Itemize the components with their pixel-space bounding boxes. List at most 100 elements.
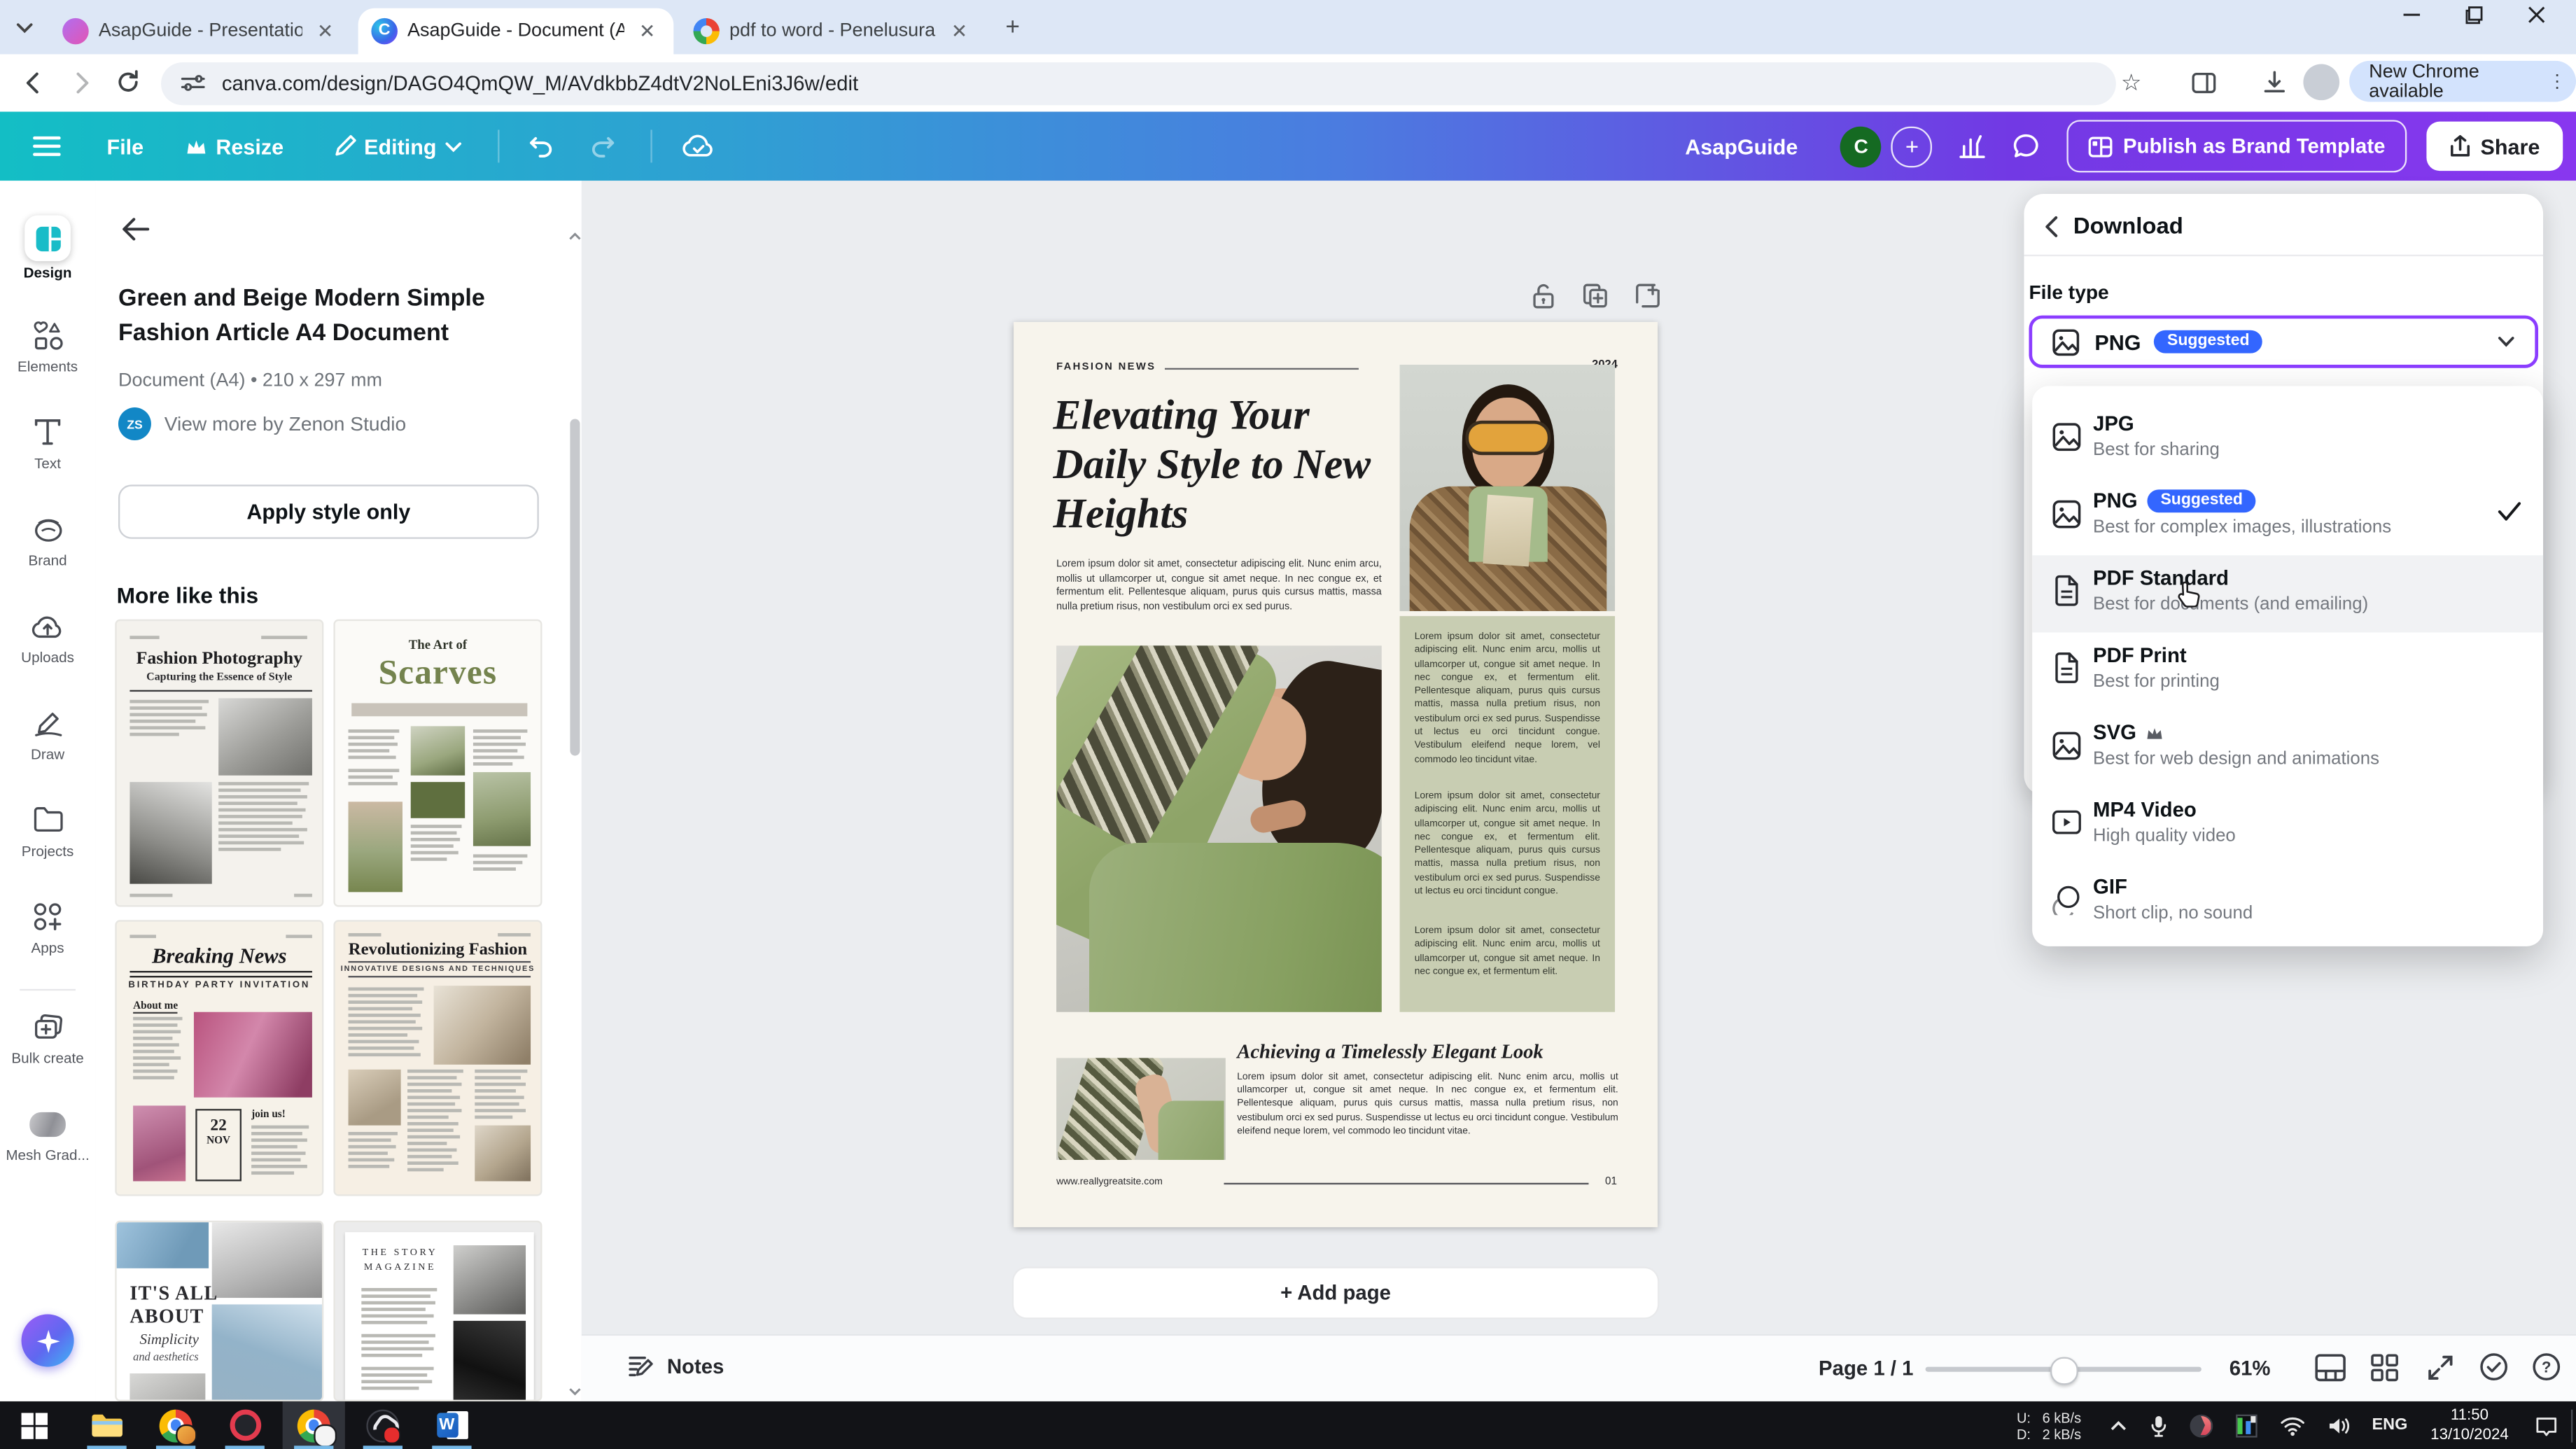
browser-tab-search[interactable]: pdf to word - Penelusuran Goo ✕ bbox=[680, 8, 986, 55]
tab-close-icon[interactable]: ✕ bbox=[946, 18, 973, 45]
scroll-down-icon[interactable] bbox=[568, 1385, 582, 1398]
menu-icon[interactable] bbox=[33, 134, 61, 158]
download-back-icon[interactable] bbox=[2044, 215, 2059, 238]
template-thumb-art-of-scarves[interactable]: The Art of Scarves bbox=[333, 620, 542, 907]
doc-sub-body[interactable]: Lorem ipsum dolor sit amet, consectetur … bbox=[1237, 1071, 1618, 1138]
doc-intro[interactable]: Lorem ipsum dolor sit amet, consectetur … bbox=[1056, 559, 1382, 615]
site-settings-icon[interactable] bbox=[181, 71, 205, 95]
apply-style-button[interactable]: Apply style only bbox=[118, 484, 539, 538]
template-thumb-breaking-news[interactable]: Breaking News BIRTHDAY PARTY INVITATION … bbox=[115, 920, 323, 1196]
notification-center-icon[interactable] bbox=[2535, 1414, 2558, 1437]
doc-photo-small[interactable] bbox=[1056, 1058, 1226, 1160]
sidebar-item-text[interactable]: Text bbox=[0, 412, 95, 471]
browser-tab-document[interactable]: C AsapGuide - Document (A4) - C ✕ bbox=[358, 8, 674, 55]
taskbar-file-explorer[interactable] bbox=[76, 1401, 138, 1449]
template-thumb-its-all-about[interactable]: IT'S ALL ABOUT Simplicity and aesthetics bbox=[115, 1221, 323, 1401]
minimize-button[interactable] bbox=[2402, 5, 2421, 24]
start-button[interactable] bbox=[4, 1401, 66, 1449]
reload-icon[interactable] bbox=[115, 69, 141, 96]
panel-scrollbar[interactable] bbox=[567, 230, 582, 1401]
duplicate-page-icon[interactable] bbox=[1582, 283, 1609, 309]
wifi-icon[interactable] bbox=[2280, 1415, 2304, 1435]
close-window-button[interactable] bbox=[2527, 5, 2547, 24]
tab-close-icon[interactable]: ✕ bbox=[634, 18, 661, 45]
share-button[interactable]: Share bbox=[2426, 122, 2563, 171]
taskbar-word[interactable]: W bbox=[421, 1401, 483, 1449]
profile-avatar[interactable] bbox=[2303, 64, 2339, 101]
tray-expand-icon[interactable] bbox=[2109, 1419, 2127, 1432]
pages-view-icon[interactable] bbox=[2315, 1354, 2346, 1382]
cloud-saved-icon[interactable] bbox=[681, 133, 714, 160]
tray-app-icon[interactable] bbox=[2190, 1414, 2213, 1437]
language-indicator[interactable]: ENG bbox=[2372, 1416, 2407, 1434]
template-thumb-fashion-photography[interactable]: Fashion Photography Capturing the Essenc… bbox=[115, 620, 323, 907]
add-page-button[interactable]: + Add page bbox=[1014, 1268, 1658, 1317]
sidebar-item-uploads[interactable]: Uploads bbox=[0, 606, 95, 665]
network-speed[interactable]: U: 6 kB/s D: 2 kB/s bbox=[2017, 1409, 2081, 1442]
creator-row[interactable]: ZS View more by Zenon Studio bbox=[118, 407, 406, 440]
taskbar-chrome-active[interactable] bbox=[283, 1401, 345, 1449]
zoom-slider[interactable] bbox=[1926, 1366, 2202, 1371]
chrome-update-pill[interactable]: New Chrome available ⋮ bbox=[2349, 61, 2576, 102]
document-page[interactable]: FAHSION NEWS 2024 Elevating Your Daily S… bbox=[1014, 322, 1658, 1227]
volume-icon[interactable] bbox=[2328, 1415, 2351, 1435]
sidebar-item-draw[interactable]: Draw bbox=[0, 703, 95, 762]
template-thumb-revolutionizing-fashion[interactable]: Revolutionizing Fashion INNOVATIVE DESIG… bbox=[333, 920, 542, 1196]
tab-close-icon[interactable]: ✕ bbox=[312, 18, 339, 45]
sidebar-item-projects[interactable]: Projects bbox=[0, 800, 95, 859]
filetype-option-svg[interactable]: SVG Best for web design and animations bbox=[2032, 710, 2543, 787]
help-icon[interactable]: ? bbox=[2532, 1352, 2561, 1382]
insights-icon[interactable] bbox=[1959, 133, 1987, 160]
filetype-option-pdf-standard[interactable]: PDF Standard Best for documents (and ema… bbox=[2032, 555, 2543, 632]
sidebar-item-bulk-create[interactable]: Bulk create bbox=[0, 1007, 95, 1066]
template-thumb-story-magazine[interactable]: THE STORY MAGAZINE bbox=[333, 1221, 542, 1401]
maximize-button[interactable] bbox=[2464, 5, 2484, 24]
account-avatar[interactable]: C bbox=[1840, 126, 1882, 167]
filetype-option-jpg[interactable]: JPG Best for sharing bbox=[2032, 401, 2543, 478]
resize-button[interactable]: Resize bbox=[186, 134, 284, 158]
comments-icon[interactable] bbox=[2013, 133, 2041, 160]
microphone-icon[interactable] bbox=[2150, 1414, 2166, 1437]
kebab-menu-icon[interactable]: ⋮ bbox=[2548, 71, 2566, 92]
forward-icon[interactable] bbox=[67, 69, 95, 97]
bookmark-star-icon[interactable]: ☆ bbox=[2121, 69, 2141, 97]
sidebar-item-elements[interactable]: Elements bbox=[0, 316, 95, 374]
add-page-icon[interactable] bbox=[1634, 283, 1661, 309]
downloads-icon[interactable] bbox=[2262, 71, 2287, 95]
doc-side-box[interactable]: Lorem ipsum dolor sit amet, consectetur … bbox=[1400, 616, 1615, 1012]
sidebar-item-design[interactable]: Design bbox=[0, 215, 95, 281]
filetype-option-pdf-print[interactable]: PDF Print Best for printing bbox=[2032, 633, 2543, 710]
taskbar-chrome-profile2[interactable] bbox=[145, 1401, 207, 1449]
notes-button[interactable]: Notes bbox=[628, 1354, 724, 1380]
doc-photo-portrait[interactable] bbox=[1400, 365, 1615, 611]
tab-search-icon[interactable] bbox=[13, 16, 36, 39]
panel-back-icon[interactable] bbox=[122, 217, 150, 241]
canva-assistant-button[interactable] bbox=[22, 1315, 74, 1367]
saved-check-icon[interactable] bbox=[2479, 1352, 2509, 1382]
fullscreen-icon[interactable] bbox=[2426, 1354, 2454, 1382]
taskbar-clock[interactable]: 11:50 13/10/2024 bbox=[2430, 1406, 2509, 1444]
file-menu-button[interactable]: File bbox=[107, 134, 144, 158]
zoom-percent[interactable]: 61% bbox=[2230, 1357, 2271, 1380]
sidebar-item-apps[interactable]: Apps bbox=[0, 897, 95, 955]
doc-site[interactable]: www.reallygreatsite.com bbox=[1056, 1178, 1163, 1188]
show-desktop-strip[interactable] bbox=[2571, 1409, 2572, 1442]
scrollbar-thumb[interactable] bbox=[569, 419, 579, 755]
file-type-select[interactable]: PNG Suggested bbox=[2029, 316, 2538, 368]
filetype-option-gif[interactable]: GIF Short clip, no sound bbox=[2032, 864, 2543, 941]
add-member-button[interactable]: + bbox=[1891, 126, 1933, 167]
doc-masthead[interactable]: FAHSION NEWS bbox=[1056, 361, 1156, 372]
sidebar-item-brand[interactable]: Brand bbox=[0, 510, 95, 568]
filetype-option-png[interactable]: PNGSuggested Best for complex images, il… bbox=[2032, 478, 2543, 555]
grid-view-icon[interactable] bbox=[2371, 1354, 2399, 1382]
zoom-slider-handle[interactable] bbox=[2050, 1356, 2078, 1384]
new-tab-button[interactable]: + bbox=[1005, 13, 1020, 41]
redo-button[interactable] bbox=[589, 134, 617, 158]
scroll-up-icon[interactable] bbox=[568, 230, 582, 244]
back-icon[interactable] bbox=[20, 69, 48, 97]
sidebar-item-mesh-gradient[interactable]: Mesh Grad... bbox=[0, 1104, 95, 1163]
undo-button[interactable] bbox=[528, 134, 556, 158]
doc-subhead[interactable]: Achieving a Timelessly Elegant Look bbox=[1237, 1040, 1623, 1065]
taskbar-obs[interactable] bbox=[351, 1401, 414, 1449]
filetype-option-mp4[interactable]: MP4 Video High quality video bbox=[2032, 787, 2543, 864]
